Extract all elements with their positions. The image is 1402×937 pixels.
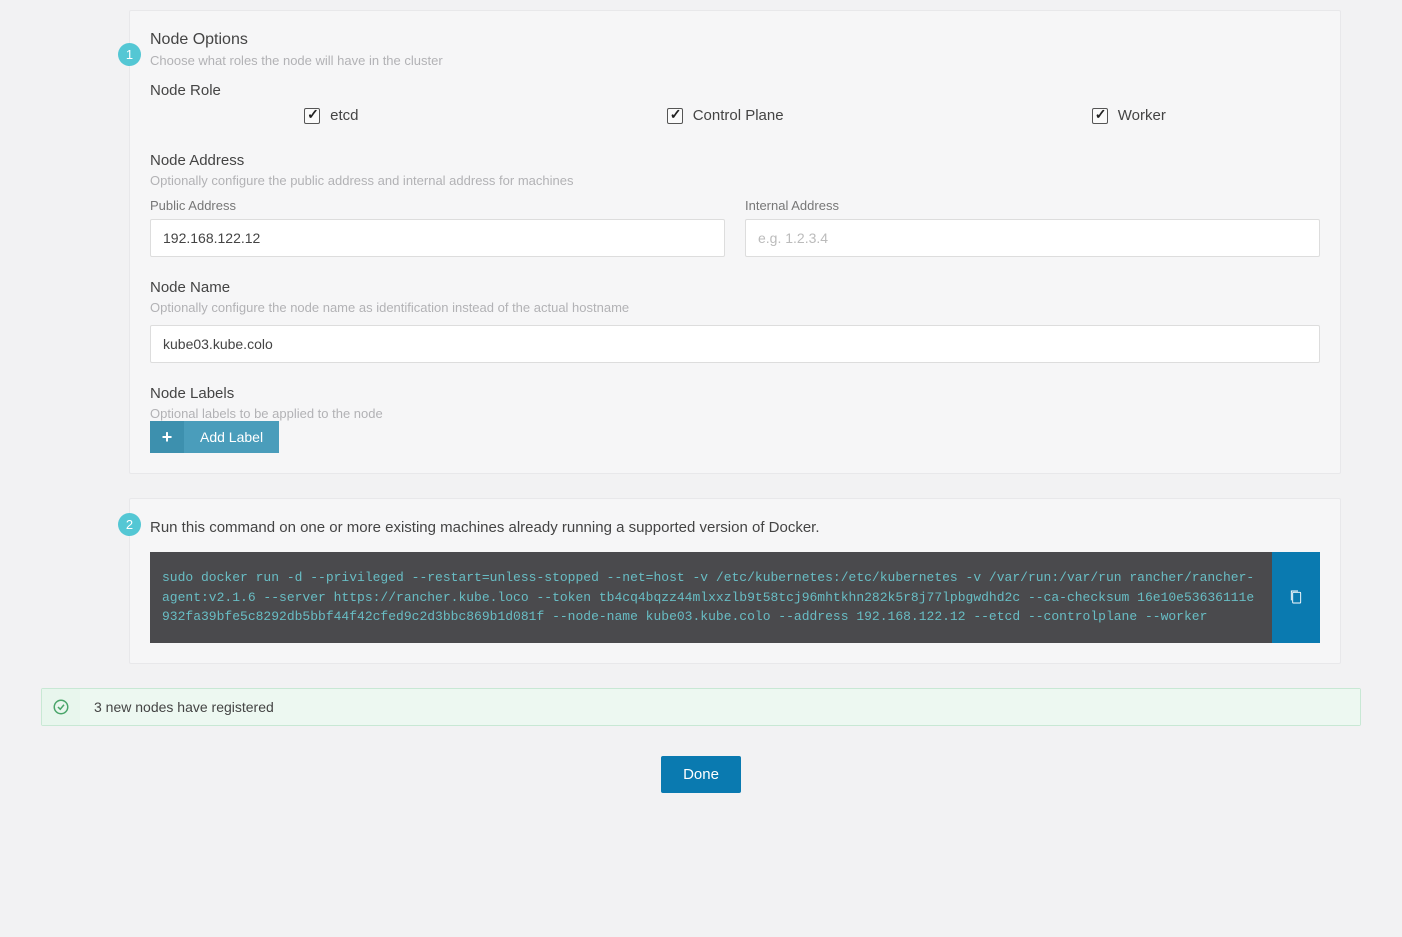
success-icon [42, 689, 80, 725]
node-name-input[interactable] [150, 325, 1320, 363]
status-bar: 3 new nodes have registered [41, 688, 1361, 726]
node-role-label: Node Role [150, 82, 1320, 99]
checkbox-label-control-plane: Control Plane [693, 107, 784, 124]
node-name-section: Node Name Optionally configure the node … [150, 279, 1320, 363]
node-name-subtitle: Optionally configure the node name as id… [150, 300, 1320, 315]
add-label-text: Add Label [184, 429, 279, 445]
checkbox-etcd[interactable]: etcd [304, 107, 358, 124]
internal-address-input[interactable] [745, 219, 1320, 257]
code-block-wrapper: sudo docker run -d --privileged --restar… [150, 552, 1320, 643]
run-command-panel: 2 Run this command on one or more existi… [129, 498, 1341, 664]
plus-icon: + [150, 421, 184, 453]
node-role-row: etcd Control Plane Worker [150, 107, 1320, 124]
step-badge-1: 1 [118, 43, 141, 66]
checkbox-icon[interactable] [1092, 108, 1108, 124]
checkbox-label-etcd: etcd [330, 107, 358, 124]
status-text: 3 new nodes have registered [80, 689, 1360, 725]
run-command-description: Run this command on one or more existing… [150, 519, 1320, 536]
node-address-label: Node Address [150, 152, 1320, 169]
command-code[interactable]: sudo docker run -d --privileged --restar… [150, 552, 1272, 643]
done-row: Done [41, 756, 1361, 793]
copy-button[interactable] [1272, 552, 1320, 643]
checkbox-worker[interactable]: Worker [1092, 107, 1166, 124]
node-labels-label: Node Labels [150, 385, 1320, 402]
public-address-label: Public Address [150, 198, 725, 213]
node-labels-section: Node Labels Optional labels to be applie… [150, 385, 1320, 453]
public-address-input[interactable] [150, 219, 725, 257]
node-options-subtitle: Choose what roles the node will have in … [150, 53, 1320, 68]
node-address-section: Node Address Optionally configure the pu… [150, 152, 1320, 257]
node-options-panel: 1 Node Options Choose what roles the nod… [129, 10, 1341, 474]
checkbox-icon[interactable] [304, 108, 320, 124]
add-label-button[interactable]: + Add Label [150, 421, 279, 453]
checkbox-control-plane[interactable]: Control Plane [667, 107, 784, 124]
done-button[interactable]: Done [661, 756, 741, 793]
node-labels-subtitle: Optional labels to be applied to the nod… [150, 406, 1320, 421]
node-address-subtitle: Optionally configure the public address … [150, 173, 1320, 188]
step-badge-2: 2 [118, 513, 141, 536]
internal-address-label: Internal Address [745, 198, 1320, 213]
node-options-title: Node Options [150, 31, 1320, 49]
node-name-label: Node Name [150, 279, 1320, 296]
checkbox-label-worker: Worker [1118, 107, 1166, 124]
checkbox-icon[interactable] [667, 108, 683, 124]
clipboard-icon [1288, 588, 1304, 606]
